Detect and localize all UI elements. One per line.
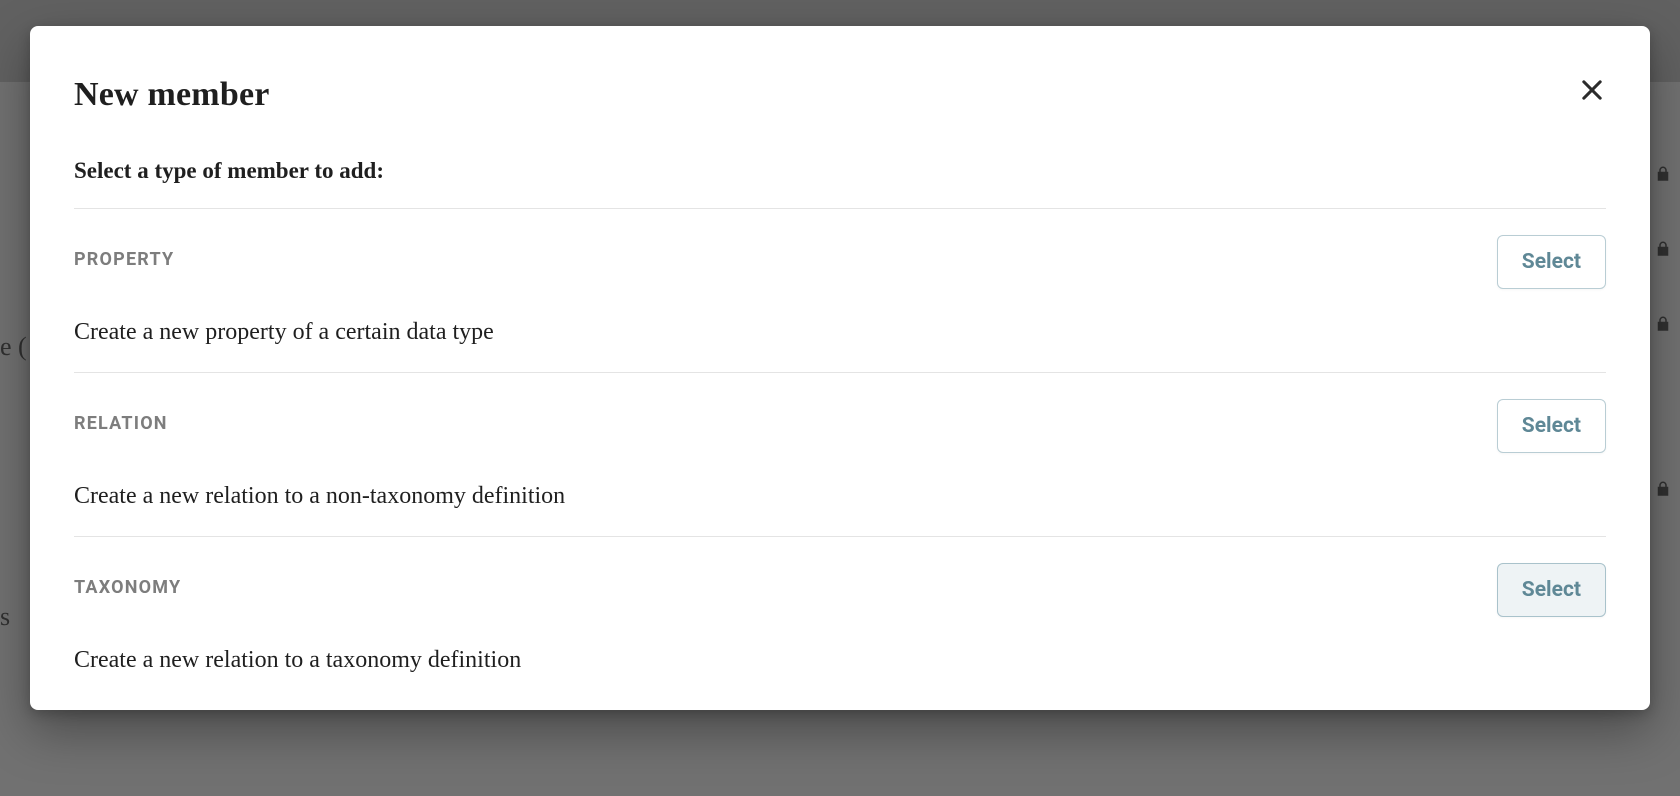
close-button[interactable] xyxy=(1572,70,1612,110)
new-member-dialog: New member Select a type of member to ad… xyxy=(30,26,1650,710)
option-description: Create a new relation to a non-taxonomy … xyxy=(74,483,1606,510)
select-relation-button[interactable]: Select xyxy=(1497,399,1606,453)
option-label: TAXONOMY xyxy=(74,577,181,598)
option-label: RELATION xyxy=(74,413,168,434)
select-taxonomy-button[interactable]: Select xyxy=(1497,563,1606,617)
option-taxonomy: TAXONOMY Select Create a new relation to… xyxy=(74,537,1606,700)
option-description: Create a new relation to a taxonomy defi… xyxy=(74,647,1606,674)
close-icon xyxy=(1578,92,1606,107)
option-label: PROPERTY xyxy=(74,249,174,270)
dialog-title: New member xyxy=(74,76,270,114)
dialog-header: New member xyxy=(74,76,1606,114)
select-property-button[interactable]: Select xyxy=(1497,235,1606,289)
option-property: PROPERTY Select Create a new property of… xyxy=(74,209,1606,373)
dialog-subtitle: Select a type of member to add: xyxy=(74,158,1606,184)
option-relation: RELATION Select Create a new relation to… xyxy=(74,373,1606,537)
option-description: Create a new property of a certain data … xyxy=(74,319,1606,346)
